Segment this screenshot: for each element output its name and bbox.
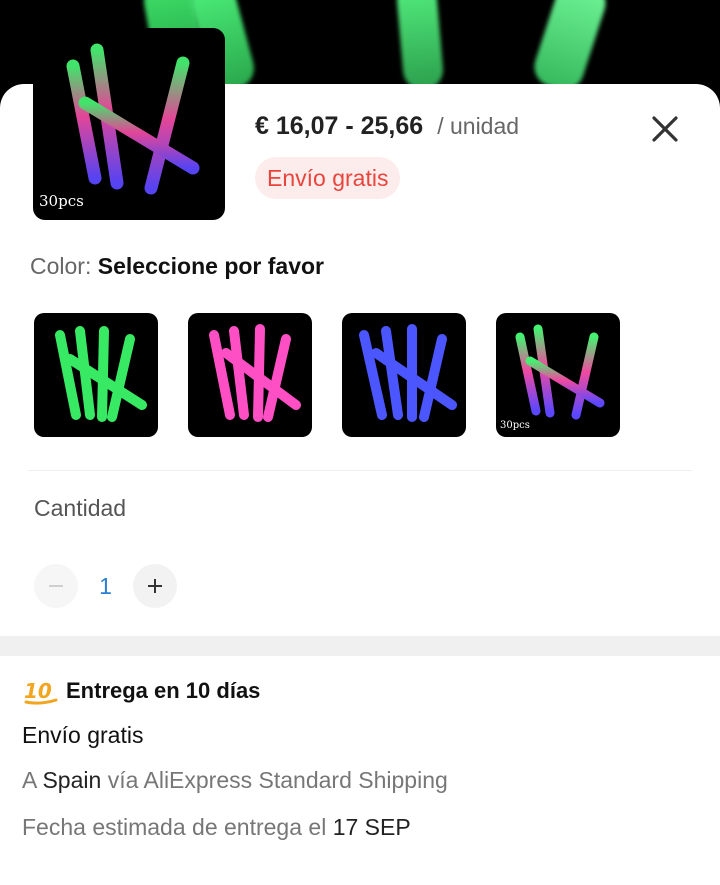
estimated-delivery: Fecha estimada de entrega el 17 SEP — [22, 814, 448, 841]
price-unit: / unidad — [437, 113, 520, 139]
quantity-stepper: 1 — [34, 564, 177, 608]
swatch-caption: 30pcs — [500, 420, 530, 431]
price-range: € 16,07 - 25,66 — [255, 112, 424, 140]
section-divider — [28, 470, 692, 471]
color-option-green[interactable] — [34, 313, 158, 437]
route-suffix: vía AliExpress Standard Shipping — [107, 767, 448, 793]
delivery-shipping: Envío gratis — [22, 722, 144, 748]
thumbnail-caption: 30pcs — [39, 192, 84, 210]
svg-text:10: 10 — [24, 679, 52, 703]
glow-sticks-mixed-image — [515, 324, 605, 420]
color-option-pink[interactable] — [188, 313, 312, 437]
route-prefix: A — [22, 767, 37, 793]
close-icon — [652, 116, 678, 142]
delivery-title-row: 10 Entrega en 10 días — [22, 676, 448, 706]
color-label: Color: — [30, 253, 92, 279]
price-row: € 16,07 - 25,66 / unidad — [255, 112, 519, 141]
date-prefix: Fecha estimada de entrega el — [22, 814, 327, 840]
quantity-value[interactable]: 1 — [78, 573, 133, 600]
delivery-route: A Spain vía AliExpress Standard Shipping — [22, 767, 448, 794]
glow-sticks-blue-image — [359, 324, 457, 422]
increment-button[interactable] — [133, 564, 177, 608]
color-option-mixed[interactable]: 30pcs — [496, 313, 620, 437]
free-shipping-badge: Envío gratis — [255, 157, 401, 199]
delivery-info: 10 Entrega en 10 días Envío gratis A Spa… — [22, 676, 448, 841]
color-value: Seleccione por favor — [97, 253, 324, 279]
delivery-date: 17 SEP — [332, 814, 411, 840]
close-button[interactable] — [648, 112, 682, 146]
section-separator — [0, 636, 720, 656]
glow-sticks-green-image — [55, 326, 147, 422]
color-option-blue[interactable] — [342, 313, 466, 437]
plus-icon — [148, 579, 162, 593]
route-country: Spain — [42, 767, 102, 793]
minus-icon — [49, 585, 63, 587]
color-selector-header: Color: Seleccione por favor — [30, 253, 324, 280]
delivery-title: Entrega en 10 días — [66, 678, 261, 703]
glow-sticks-pink-image — [209, 324, 301, 422]
product-thumbnail[interactable]: 30pcs — [33, 28, 225, 220]
quantity-label: Cantidad — [34, 495, 127, 521]
hundred-points-icon: 10 — [24, 679, 58, 705]
decrement-button[interactable] — [34, 564, 78, 608]
